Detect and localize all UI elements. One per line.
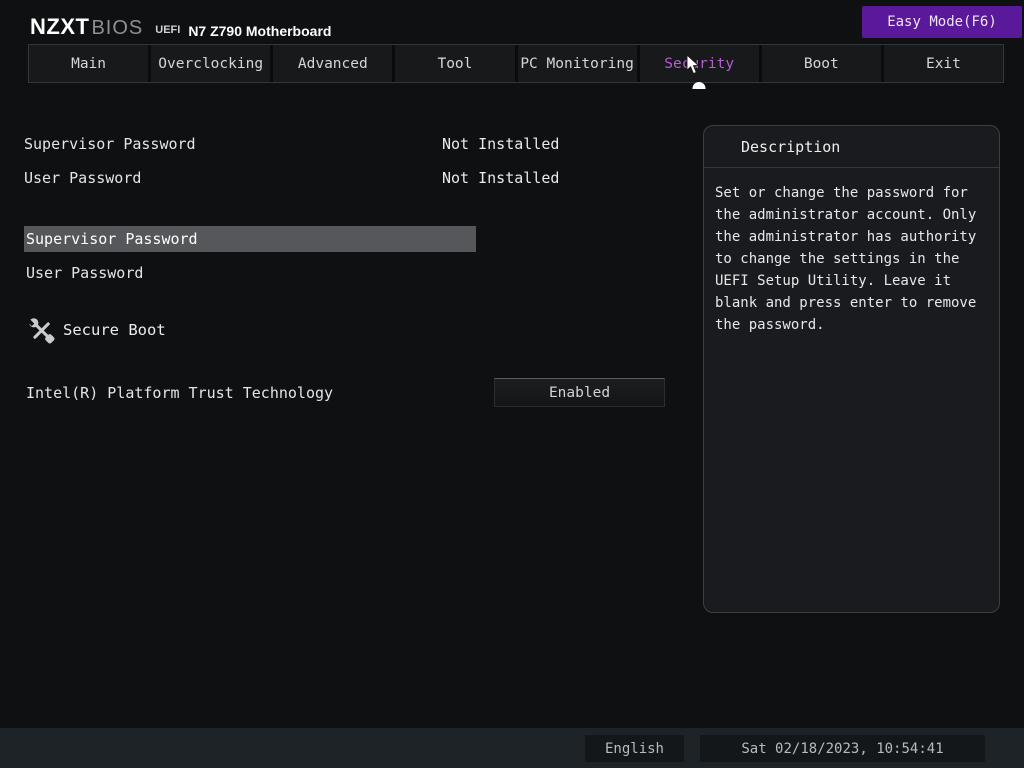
tools-icon	[28, 317, 55, 344]
ptt-value-button[interactable]: Enabled	[494, 378, 665, 407]
tab-security[interactable]: Security	[640, 45, 759, 82]
menu-item-supervisor-password[interactable]: Supervisor Password	[24, 226, 476, 252]
user-password-status-label: User Password	[24, 169, 141, 187]
menu-tabbar: Main Overclocking Advanced Tool PC Monit…	[28, 44, 1004, 83]
active-tab-indicator	[693, 82, 706, 89]
tab-overclocking[interactable]: Overclocking	[151, 45, 270, 82]
user-password-status-value: Not Installed	[442, 169, 559, 187]
tab-main[interactable]: Main	[29, 45, 148, 82]
tab-tool[interactable]: Tool	[395, 45, 514, 82]
description-body: Set or change the password for the admin…	[704, 168, 999, 336]
tab-security-label: Security	[664, 56, 734, 72]
tab-boot[interactable]: Boot	[762, 45, 881, 82]
uefi-label: UEFI	[155, 24, 180, 38]
description-panel: Description Set or change the password f…	[703, 125, 1000, 613]
brand-nzxt: NZXT	[30, 16, 89, 38]
brand-logo: NZXT BIOS UEFI N7 Z790 Motherboard	[30, 10, 331, 38]
menu-item-secure-boot[interactable]: Secure Boot	[28, 316, 166, 344]
tab-exit[interactable]: Exit	[884, 45, 1003, 82]
tab-pc-monitoring[interactable]: PC Monitoring	[518, 45, 637, 82]
menu-item-user-password[interactable]: User Password	[24, 260, 476, 286]
supervisor-password-status-value: Not Installed	[442, 135, 559, 153]
language-selector[interactable]: English	[585, 735, 684, 762]
status-bar: English Sat 02/18/2023, 10:54:41	[0, 728, 1024, 768]
datetime-display: Sat 02/18/2023, 10:54:41	[700, 735, 985, 762]
easy-mode-button[interactable]: Easy Mode(F6)	[862, 6, 1022, 38]
brand-bios: BIOS	[91, 18, 143, 38]
secure-boot-label: Secure Boot	[63, 321, 166, 339]
tab-advanced[interactable]: Advanced	[273, 45, 392, 82]
ptt-label: Intel(R) Platform Trust Technology	[26, 384, 333, 402]
user-password-status-row: User Password Not Installed	[0, 169, 700, 189]
description-title: Description	[704, 126, 999, 168]
supervisor-password-status-row: Supervisor Password Not Installed	[0, 135, 700, 155]
board-name: N7 Z790 Motherboard	[188, 24, 331, 38]
supervisor-password-status-label: Supervisor Password	[24, 135, 196, 153]
